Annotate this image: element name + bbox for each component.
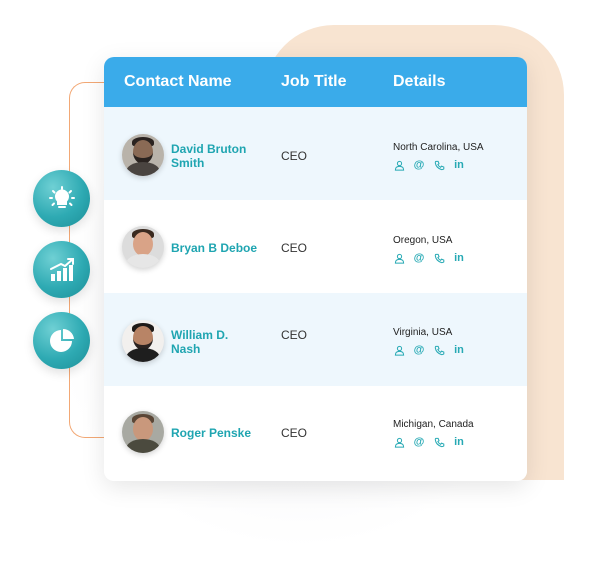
linkedin-icon[interactable]: in [453, 159, 465, 171]
contact-name[interactable]: David Bruton Smith [171, 142, 261, 170]
column-header-job-title[interactable]: Job Title [281, 73, 347, 91]
location: Virginia, USA [393, 327, 453, 338]
job-title: CEO [281, 328, 308, 342]
growth-chart-badge [33, 241, 90, 298]
contact-name[interactable]: William D. Nash [171, 328, 261, 356]
email-icon[interactable]: @ [413, 159, 425, 171]
email-icon[interactable]: @ [413, 436, 425, 448]
contact-name[interactable]: Bryan B Deboe [171, 241, 261, 255]
job-title: CEO [281, 149, 308, 163]
lightbulb-badge [33, 170, 90, 227]
contact-icons: @ in [393, 159, 465, 171]
growth-chart-icon [49, 257, 74, 281]
phone-icon[interactable] [433, 344, 445, 356]
contact-name[interactable]: Roger Penske [171, 426, 261, 440]
contact-icons: @ in [393, 436, 465, 448]
lightbulb-icon [48, 185, 75, 208]
location: North Carolina, USA [393, 142, 484, 153]
table-header: Contact Name Job Title Details [104, 57, 527, 107]
email-icon[interactable]: @ [413, 344, 425, 356]
avatar [122, 320, 164, 362]
table-row[interactable]: William D. Nash CEO Virginia, USA @ in [104, 293, 527, 386]
pie-chart-badge [33, 312, 90, 369]
table-row[interactable]: Roger Penske CEO Michigan, Canada @ in [104, 386, 527, 479]
location: Michigan, Canada [393, 419, 474, 430]
phone-icon[interactable] [433, 436, 445, 448]
column-header-details[interactable]: Details [393, 73, 445, 91]
phone-icon[interactable] [433, 159, 445, 171]
linkedin-icon[interactable]: in [453, 436, 465, 448]
linkedin-icon[interactable]: in [453, 252, 465, 264]
user-icon[interactable] [393, 344, 405, 356]
linkedin-icon[interactable]: in [453, 344, 465, 356]
contact-icons: @ in [393, 344, 465, 356]
email-icon[interactable]: @ [413, 252, 425, 264]
job-title: CEO [281, 426, 308, 440]
avatar [122, 226, 164, 268]
job-title: CEO [281, 241, 308, 255]
avatar [122, 134, 164, 176]
contacts-table: Contact Name Job Title Details David Bru… [104, 57, 527, 481]
user-icon[interactable] [393, 436, 405, 448]
user-icon[interactable] [393, 252, 405, 264]
user-icon[interactable] [393, 159, 405, 171]
phone-icon[interactable] [433, 252, 445, 264]
table-row[interactable]: Bryan B Deboe CEO Oregon, USA @ in [104, 200, 527, 293]
contact-icons: @ in [393, 252, 465, 264]
table-row[interactable]: David Bruton Smith CEO North Carolina, U… [104, 107, 527, 200]
pie-chart-icon [49, 328, 74, 352]
location: Oregon, USA [393, 235, 453, 246]
avatar [122, 411, 164, 453]
column-header-contact-name[interactable]: Contact Name [124, 73, 232, 91]
